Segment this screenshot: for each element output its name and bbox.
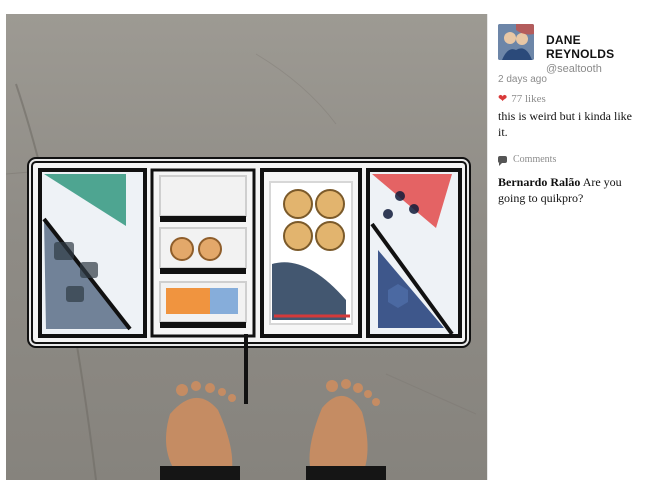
- heart-icon[interactable]: ❤: [498, 92, 507, 105]
- post-card: DANE REYNOLDS @sealtooth 2 days ago ❤ 77…: [0, 0, 650, 482]
- likes-row[interactable]: ❤ 77 likes: [498, 92, 546, 106]
- post-time: 2 days ago: [498, 74, 547, 85]
- post-photo: [6, 14, 487, 480]
- likes-count[interactable]: 77 likes: [511, 93, 546, 105]
- display-name[interactable]: DANE REYNOLDS: [546, 33, 638, 61]
- comment-author[interactable]: Bernardo Ralão: [498, 175, 580, 189]
- post-sidebar: DANE REYNOLDS @sealtooth 2 days ago ❤ 77…: [487, 14, 645, 480]
- post-caption: this is weird but i kinda like it.: [498, 109, 632, 139]
- comment-bubble-icon: [498, 156, 507, 166]
- comments-title: Comments: [513, 154, 557, 165]
- comments-header: Comments: [498, 154, 557, 166]
- avatar-image: [498, 24, 534, 60]
- photo-illustration: [6, 53, 477, 480]
- post-header: DANE REYNOLDS @sealtooth: [498, 24, 638, 75]
- username[interactable]: @sealtooth: [546, 63, 638, 75]
- avatar[interactable]: [498, 24, 534, 60]
- comment-item: Bernardo Ralão Are you going to quikpro?: [498, 174, 638, 206]
- user-info: DANE REYNOLDS @sealtooth: [546, 33, 638, 75]
